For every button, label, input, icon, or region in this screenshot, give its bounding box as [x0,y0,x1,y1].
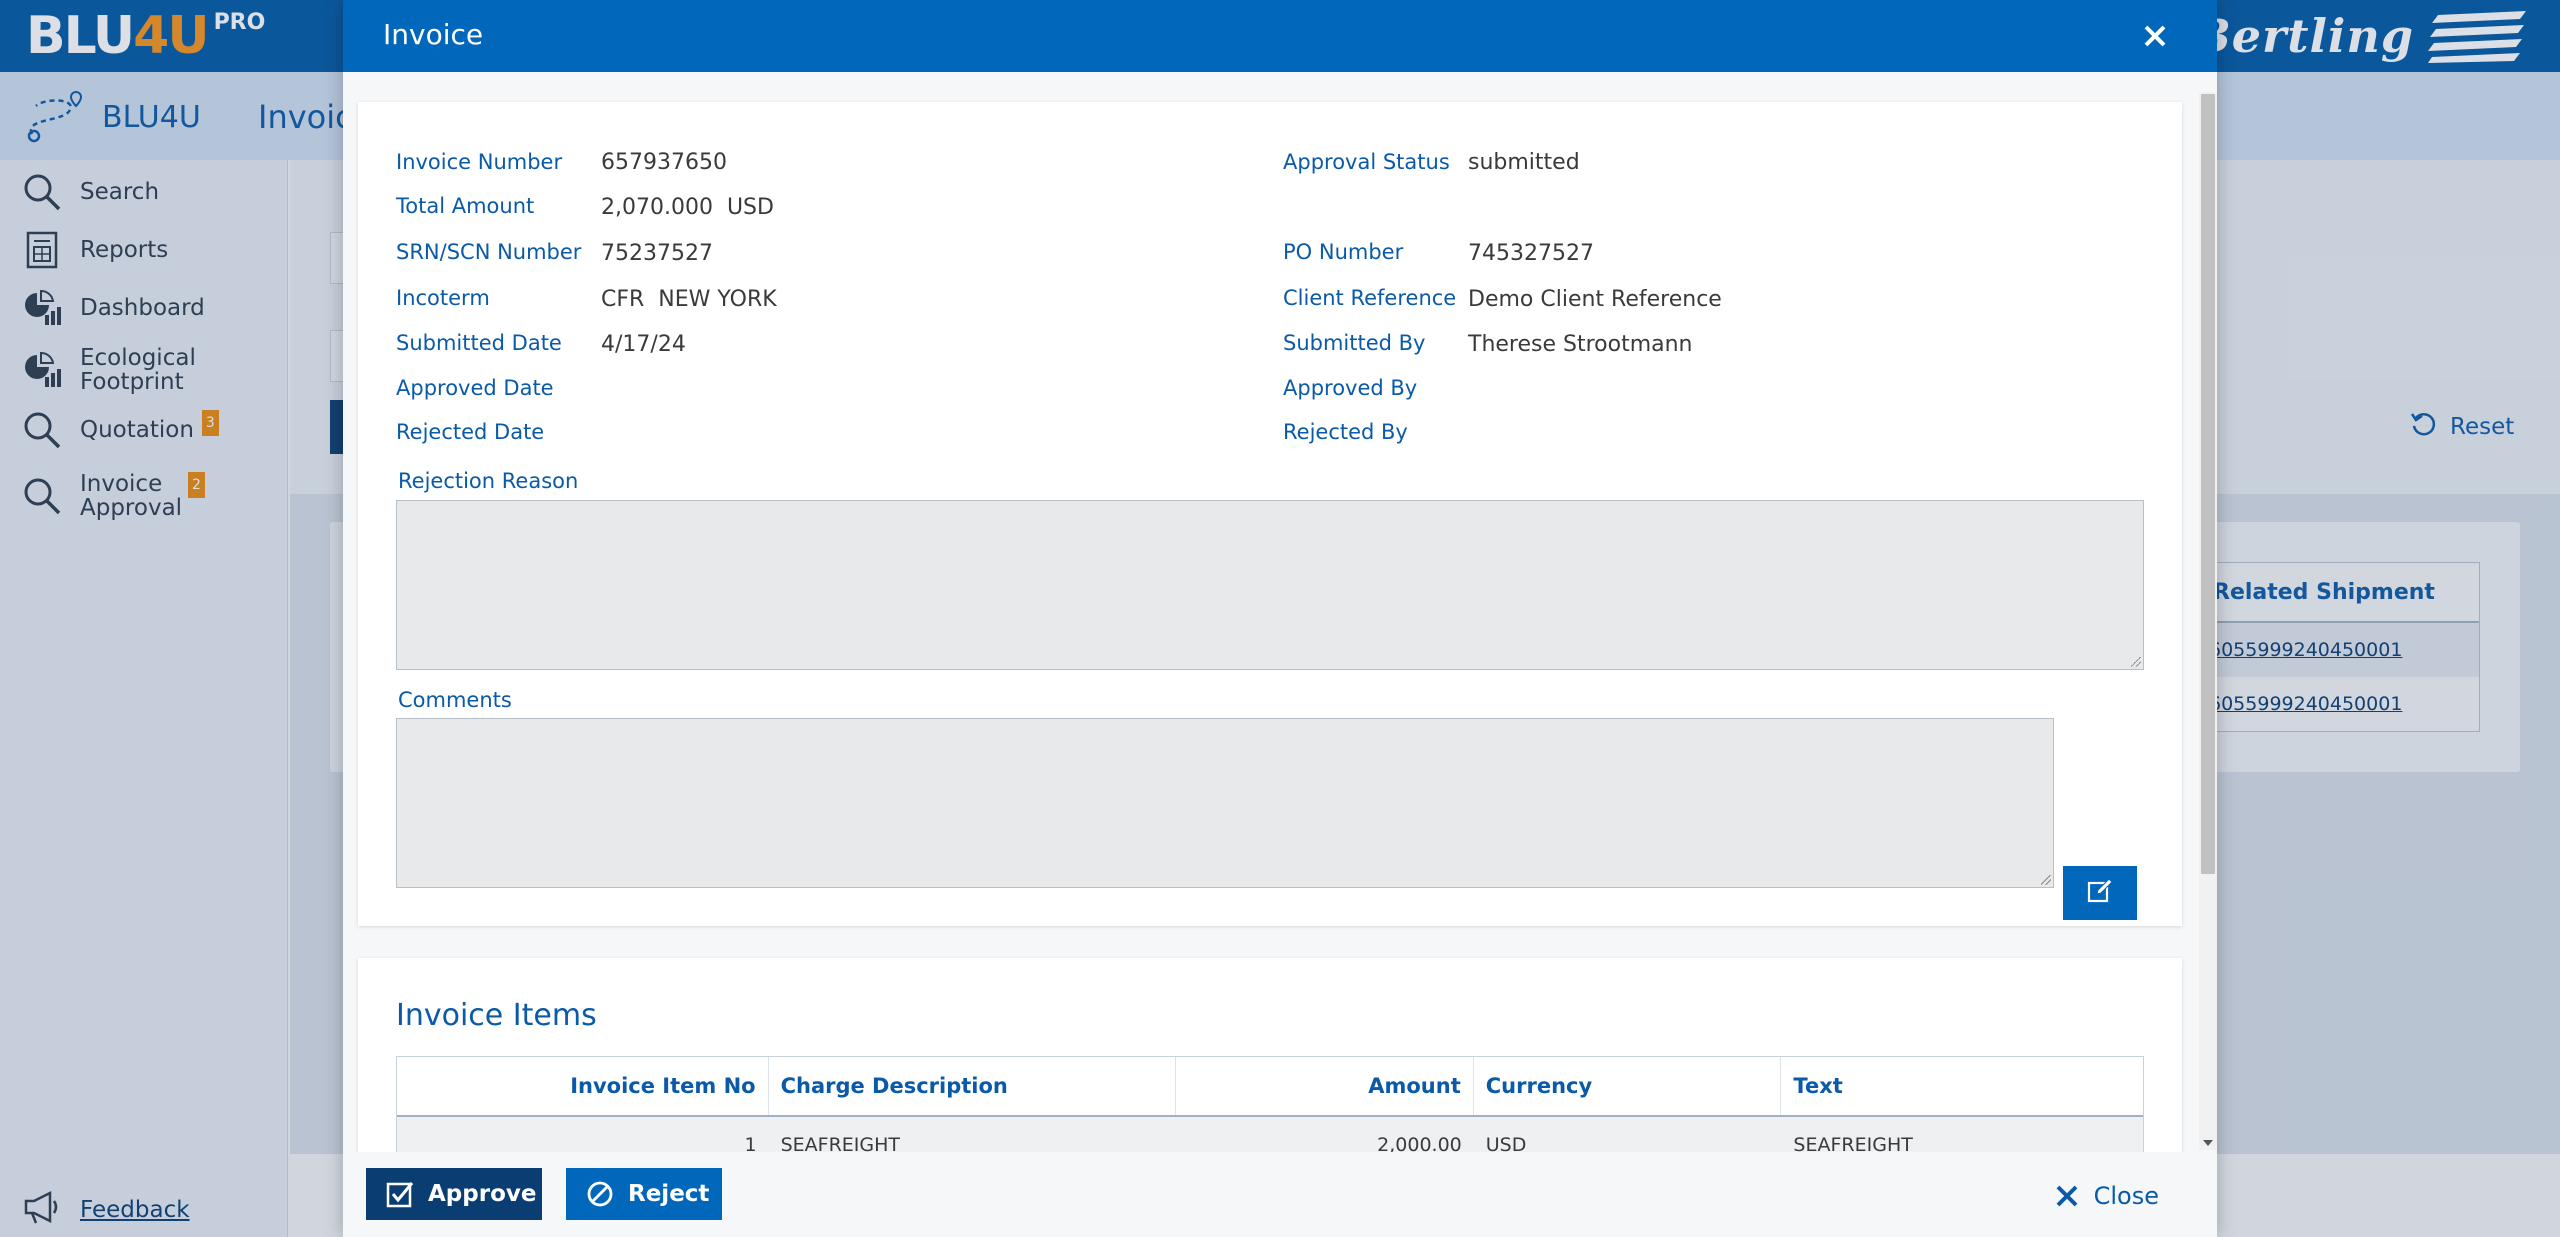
scrollbar-thumb[interactable] [2201,94,2215,874]
submitted-date-label: Submitted Date [396,331,562,355]
invoice-items-title: Invoice Items [396,998,597,1033]
incoterm-value: CFR NEW YORK [601,287,777,312]
resize-handle-icon[interactable] [2131,657,2141,667]
charge-description-cell: SEAFREIGHT [780,1134,900,1152]
dialog-body[interactable]: Invoice Number 657937650 Total Amount 2,… [343,72,2217,1152]
table-row[interactable]: 1 SEAFREIGHT 2,000.00 USD SEAFREIGHT [397,1117,2143,1152]
text-cell: SEAFREIGHT [1793,1134,1913,1152]
dialog-footer: Approve Reject Close [343,1152,2217,1237]
resize-handle-icon[interactable] [2041,875,2051,885]
client-reference-label: Client Reference [1283,286,1457,310]
amount-cell: 2,000.00 [1377,1134,1462,1152]
po-number-label: PO Number [1283,240,1404,264]
invoice-details-card: Invoice Number 657937650 Total Amount 2,… [358,102,2182,926]
invoice-number-value: 657937650 [601,150,727,175]
approve-label: Approve [428,1181,537,1207]
column-header-amount[interactable]: Amount [1176,1057,1474,1115]
submitted-by-label: Submitted By [1283,331,1426,355]
total-amount-label: Total Amount [396,194,535,218]
column-header-item-no[interactable]: Invoice Item No [397,1057,769,1115]
srn-scn-number-label: SRN/SCN Number [396,240,582,264]
scroll-down-arrow-icon[interactable] [2203,1140,2213,1146]
invoice-items-table: Invoice Item No Charge Description Amoun… [396,1056,2144,1152]
po-number-value: 745327527 [1468,241,1594,266]
total-amount-value: 2,070.000 USD [601,195,774,220]
approved-by-label: Approved By [1283,376,1418,400]
dialog-scrollbar[interactable] [2199,92,2217,1150]
submitted-by-value: Therese Strootmann [1468,332,1693,357]
ban-icon [586,1180,614,1208]
currency-cell: USD [1485,1134,1527,1152]
close-icon[interactable] [2137,18,2173,54]
approval-status-label: Approval Status [1283,150,1450,174]
reject-button[interactable]: Reject [566,1168,722,1220]
column-header-currency[interactable]: Currency [1474,1057,1782,1115]
invoice-number-label: Invoice Number [396,150,563,174]
close-icon [2054,1183,2080,1209]
incoterm-label: Incoterm [396,286,490,310]
column-header-text[interactable]: Text [1781,1057,2143,1115]
rejected-by-label: Rejected By [1283,420,1408,444]
comments-label: Comments [398,688,512,712]
table-header-row: Invoice Item No Charge Description Amoun… [397,1057,2143,1117]
dialog-title: Invoice [383,18,484,51]
client-reference-value: Demo Client Reference [1468,287,1722,312]
close-label: Close [2093,1182,2159,1210]
srn-scn-number-value: 75237527 [601,241,713,266]
reject-label: Reject [628,1181,710,1207]
approval-status-value: submitted [1468,150,1580,175]
edit-icon [2087,878,2113,908]
dialog-header: Invoice [343,0,2217,72]
column-header-charge-description[interactable]: Charge Description [769,1057,1177,1115]
checkbox-check-icon [386,1180,414,1208]
invoice-dialog: Invoice Invoice Number 657937650 Total A… [343,0,2217,1237]
item-no-cell: 1 [744,1134,757,1152]
rejection-reason-textarea[interactable] [396,500,2144,670]
edit-comment-button[interactable] [2063,866,2137,920]
comments-textarea[interactable] [396,718,2054,888]
rejected-date-label: Rejected Date [396,420,545,444]
approve-button[interactable]: Approve [366,1168,542,1220]
close-button[interactable]: Close [2054,1182,2159,1210]
invoice-items-card: Invoice Items Invoice Item No Charge Des… [358,958,2182,1152]
submitted-date-value: 4/17/24 [601,332,686,357]
approved-date-label: Approved Date [396,376,554,400]
rejection-reason-label: Rejection Reason [398,469,579,493]
